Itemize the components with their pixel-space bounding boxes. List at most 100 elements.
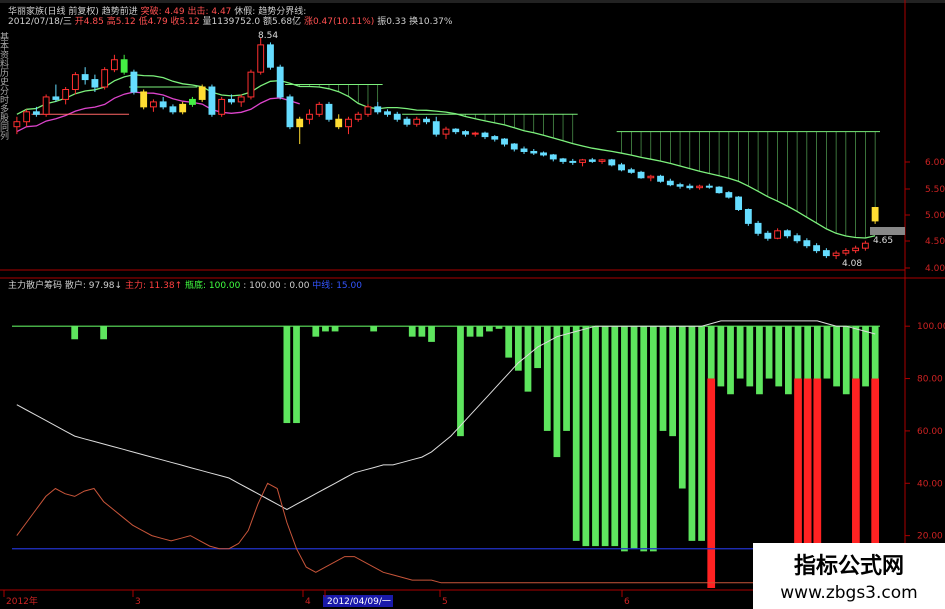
candle (130, 69, 138, 95)
green-bar (514, 326, 522, 371)
header-item: 收5.12 (171, 15, 200, 27)
candle (286, 94, 294, 130)
green-bar (563, 326, 570, 431)
last-price-label: 4.65 (873, 236, 893, 246)
price-marker-low: 4.08 (842, 259, 862, 269)
chart-canvas: 华丽家族(日线 前复权) 趋势前进 突破: 4.49 出击: 4.47 休假: … (0, 0, 945, 609)
green-bar (428, 326, 435, 342)
candle (744, 208, 752, 226)
green-bar (785, 326, 792, 395)
green-bar (717, 326, 725, 387)
green-bar (746, 326, 754, 387)
price-marker-high: 8.54 (258, 31, 278, 41)
header-item: 2012/07/18/三 (8, 17, 72, 27)
indicator-tick-label: 100.00 (917, 322, 945, 332)
indicator-value: 主力: 11.38↑ (125, 279, 185, 291)
green-bar (630, 326, 638, 549)
candle (247, 69, 255, 100)
indicator-tick-label: 60.00 (917, 427, 943, 437)
header-item: 低4.79 (139, 15, 168, 27)
green-bar (370, 326, 378, 332)
green-bar (775, 326, 783, 387)
indicator-value: : 100.00 : 0.00 (243, 281, 312, 291)
green-bar (293, 326, 300, 424)
green-bar (707, 326, 715, 379)
green-bar (457, 326, 464, 437)
green-bar (418, 326, 426, 337)
green-bar (794, 326, 802, 379)
indicator-value: 中线: 15.00 (312, 279, 362, 291)
indicator-value: 瓶底: 100.00 (185, 279, 243, 291)
indicator-tick-label: 40.00 (917, 479, 943, 489)
candle (101, 67, 109, 90)
green-bar (524, 326, 532, 392)
red-bar (707, 378, 716, 588)
green-bar (862, 326, 869, 387)
candle (608, 158, 616, 167)
price-tick-label: 4.00 (925, 264, 945, 274)
candle (315, 101, 323, 117)
candle (725, 191, 733, 199)
candle (657, 174, 664, 183)
header-line-2: 2012/07/18/三 开4.85 高5.12 低4.79 收5.12 量11… (8, 15, 453, 27)
green-bar (698, 326, 705, 541)
green-bar (592, 326, 599, 547)
time-tick-label: 5 (442, 597, 448, 607)
left-side-tabs[interactable]: 基本资料历史分时多股同列 (0, 31, 9, 141)
header-item: 换10.37% (409, 15, 453, 27)
header-item: 出击: 4.47 (187, 5, 231, 17)
green-bar (331, 326, 339, 332)
candle (198, 84, 206, 102)
green-bar (486, 326, 493, 332)
green-bar (572, 326, 580, 541)
green-bar (495, 326, 503, 329)
green-bar (678, 326, 686, 489)
candle (637, 170, 645, 179)
candle (325, 101, 333, 122)
green-bar (688, 326, 696, 541)
candle (208, 84, 216, 117)
green-bar (659, 326, 667, 431)
price-tick-label: 4.50 (925, 237, 945, 247)
green-bar (505, 326, 513, 358)
green-bar (283, 326, 291, 424)
indicator-value: 散户: 97.98↓ (65, 279, 125, 291)
green-bar (842, 326, 850, 395)
indicator-tick-label: 20.00 (917, 532, 943, 542)
time-tick-label: 3 (135, 597, 141, 607)
side-tab-label[interactable]: 历史分时 (0, 68, 9, 104)
time-tick-label: 2012/04/09/一 (327, 597, 391, 607)
green-bar (833, 326, 840, 387)
indicator-title: 主力散户筹码 散户: 97.98↓ 主力: 11.38↑ 瓶底: 100.00 … (8, 279, 362, 291)
time-tick-label: 4 (305, 597, 311, 607)
indicator-name: 主力散户筹码 (8, 279, 65, 291)
green-bar (322, 326, 329, 332)
header-item: 趋势分界线: (258, 5, 306, 17)
green-bar (466, 326, 474, 337)
green-bar (100, 326, 107, 340)
green-bar (736, 326, 744, 379)
green-bar (408, 326, 416, 337)
green-bar (804, 326, 812, 387)
header-item: 量1139752.0 (202, 16, 260, 27)
price-tick-label: 6.00 (925, 158, 945, 168)
candle (276, 64, 284, 100)
candle (715, 186, 723, 194)
candle (140, 89, 148, 110)
watermark-title: 指标公式网 (794, 553, 904, 579)
price-tick-label: 5.50 (925, 185, 945, 195)
green-bar (852, 326, 860, 379)
header-item: 高5.12 (107, 15, 136, 27)
side-tab-label[interactable]: 多股同列 (0, 103, 9, 141)
watermark-url: www.zbgs3.com (780, 583, 917, 603)
header-item: 额5.68亿 (263, 15, 301, 27)
candle (735, 196, 743, 211)
green-bar (756, 326, 763, 395)
header-item: 突破: 4.49 (141, 5, 185, 17)
header-item: 趋势前进 (102, 5, 138, 17)
watermark: 指标公式网 www.zbgs3.com (753, 543, 945, 609)
green-bar (476, 326, 484, 337)
side-tab-label[interactable]: 基本资料 (0, 31, 9, 69)
green-bar (640, 326, 648, 552)
time-tick-label: 6 (624, 597, 630, 607)
